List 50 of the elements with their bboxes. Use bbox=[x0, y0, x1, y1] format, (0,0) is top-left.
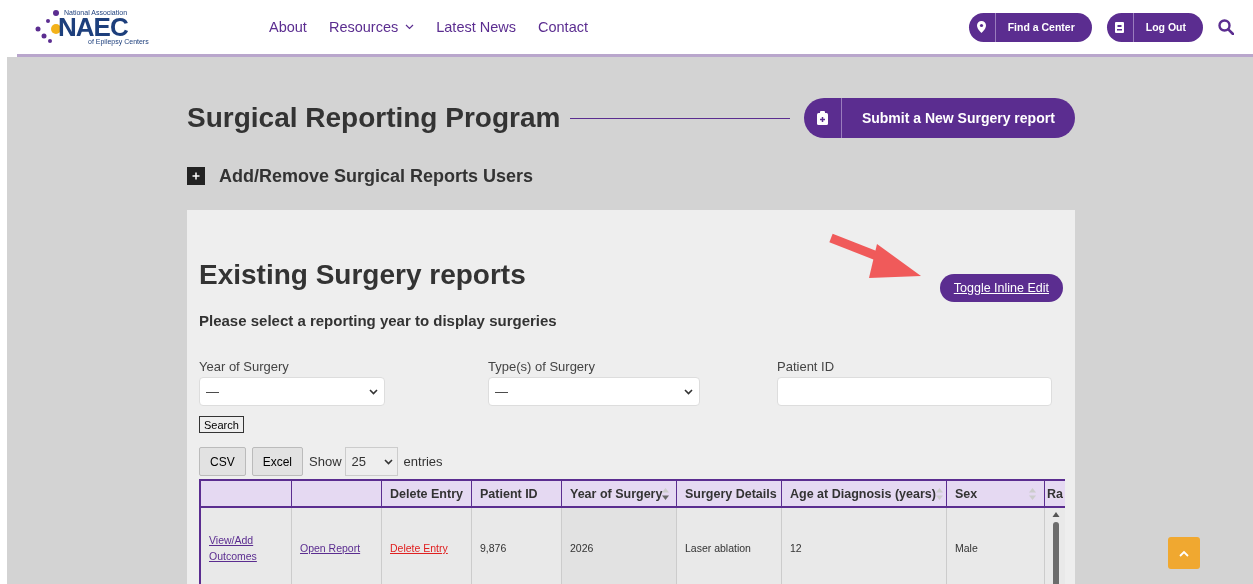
nav-link[interactable]: Contact bbox=[538, 19, 588, 35]
column-header[interactable]: Sex bbox=[947, 479, 1045, 508]
caret-up-icon bbox=[1179, 549, 1189, 557]
field-label: Patient ID bbox=[777, 359, 836, 374]
expand-icon[interactable] bbox=[187, 167, 205, 185]
logo-wordmark: NAEC bbox=[58, 16, 128, 38]
chevron-down-icon bbox=[369, 388, 378, 395]
entries-select[interactable]: 25 bbox=[344, 447, 398, 476]
table-cell: 9,876 bbox=[472, 508, 562, 584]
table-link[interactable]: Open Report bbox=[292, 508, 382, 584]
table-link[interactable]: View/Add Outcomes bbox=[201, 508, 292, 584]
field-label: Year of Surgery bbox=[199, 359, 290, 374]
show-label: Show bbox=[309, 454, 342, 469]
column-header: Patient ID bbox=[472, 479, 562, 508]
toggle-inline-edit-button[interactable]: Toggle Inline Edit bbox=[939, 274, 1063, 302]
column-header[interactable]: Age at Diagnosis (years) bbox=[782, 479, 947, 508]
nav-link[interactable]: Resources bbox=[328, 19, 415, 35]
nav-link[interactable]: Latest News bbox=[436, 19, 516, 35]
search-icon[interactable] bbox=[1218, 19, 1234, 35]
column-header: Surgery Details bbox=[677, 479, 782, 508]
chevron-down-icon bbox=[684, 388, 693, 395]
submit-report-button[interactable]: Submit a New Surgery report bbox=[803, 98, 1075, 138]
nav-link[interactable]: About bbox=[269, 19, 307, 35]
table-cell: Laser ablation bbox=[677, 508, 782, 584]
section-toggle-label[interactable]: Add/Remove Surgical Reports Users bbox=[219, 165, 534, 187]
input-field[interactable] bbox=[777, 377, 1052, 406]
clipboard-plus-icon bbox=[816, 111, 828, 125]
column-header[interactable]: Year of Surgery bbox=[562, 479, 677, 508]
export-button[interactable]: CSV bbox=[199, 447, 246, 476]
table-cell: 12 bbox=[782, 508, 947, 584]
header-button[interactable]: Find a Center bbox=[968, 12, 1092, 42]
header-button[interactable]: Log Out bbox=[1106, 12, 1203, 42]
column-header: Delete Entry bbox=[382, 479, 472, 508]
table-cell: Male bbox=[947, 508, 1045, 584]
table-cell: 2026 bbox=[562, 508, 677, 584]
chevron-down-icon bbox=[383, 458, 393, 465]
prompt-text: Please select a reporting year to display surgeries bbox=[199, 312, 558, 329]
export-button[interactable]: Excel bbox=[251, 447, 304, 476]
id-card-icon bbox=[1115, 21, 1125, 33]
select-field[interactable]: — bbox=[199, 377, 385, 406]
page-title: Surgical Reporting Program bbox=[187, 102, 561, 134]
location-pin-icon bbox=[977, 21, 987, 33]
search-button[interactable]: Search bbox=[199, 416, 244, 433]
table-link[interactable]: Delete Entry bbox=[382, 508, 472, 584]
select-field[interactable]: — bbox=[488, 377, 700, 406]
scrollbar[interactable] bbox=[1051, 510, 1061, 584]
panel-title: Existing Surgery reports bbox=[199, 259, 526, 291]
field-label: Type(s) of Surgery bbox=[488, 359, 596, 374]
entries-label: entries bbox=[403, 454, 443, 469]
column-header: Ra bbox=[1045, 479, 1065, 508]
